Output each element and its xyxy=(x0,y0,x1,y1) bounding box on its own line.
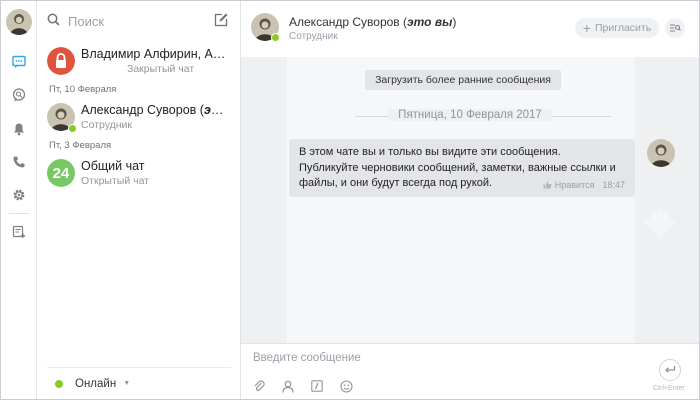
message-bubble[interactable]: В этом чате вы и только вы видите эти со… xyxy=(289,139,635,197)
list-item-private-chat[interactable]: Владимир Алфирин, Александр Суворов Закр… xyxy=(37,43,241,81)
format-icon[interactable] xyxy=(309,378,325,394)
chats-icon[interactable] xyxy=(9,52,29,72)
chat-name: Владимир Алфирин, Александр Суворов xyxy=(81,47,231,61)
chevron-down-icon: ▼ xyxy=(123,380,131,387)
composer: Ctrl+Enter xyxy=(241,343,699,399)
composer-toolbar xyxy=(251,378,367,394)
online-indicator xyxy=(271,33,280,42)
chat-search-icon[interactable] xyxy=(9,85,29,105)
day-separator: Пятница, 10 Февраля 2017 xyxy=(265,109,675,122)
send-button[interactable] xyxy=(659,359,681,381)
invite-label: Пригласить xyxy=(594,22,652,34)
online-indicator xyxy=(68,124,77,133)
status-label: Онлайн xyxy=(75,377,117,390)
like-label: Нравится xyxy=(554,180,595,190)
send-hint: Ctrl+Enter xyxy=(653,385,685,392)
thumbs-up-icon xyxy=(543,181,552,189)
search-icon xyxy=(47,13,60,29)
chat-header: Александр Суворов (это вы) Сотрудник + П… xyxy=(241,1,699,57)
group-avatar: 24 xyxy=(47,159,75,187)
message-input[interactable] xyxy=(253,349,633,367)
status-dot xyxy=(55,379,63,388)
sender-avatar[interactable] xyxy=(647,139,675,167)
feed-column xyxy=(287,57,635,343)
invite-button[interactable]: + Пригласить xyxy=(575,18,659,38)
return-arrow-icon xyxy=(665,366,676,373)
date-separator: Пт, 10 Февраля xyxy=(49,84,117,95)
day-label: Пятница, 10 Февраля 2017 xyxy=(388,109,552,121)
chat-subtitle: Открытый чат xyxy=(81,175,149,187)
chat-list-panel: Владимир Алфирин, Александр Суворов Закр… xyxy=(37,1,241,399)
decorative-shape xyxy=(644,207,676,239)
plus-icon: + xyxy=(582,20,591,36)
message-time: 18:47 xyxy=(602,180,625,190)
messenger-window: Владимир Алфирин, Александр Суворов Закр… xyxy=(0,0,700,400)
smiley-icon[interactable] xyxy=(338,378,354,394)
gear-icon[interactable] xyxy=(9,185,29,205)
chat-name: Общий чат xyxy=(81,159,145,173)
chat-title: Александр Суворов (это вы) xyxy=(289,15,457,29)
bell-icon[interactable] xyxy=(9,119,29,139)
search-bar xyxy=(47,11,231,31)
like-button[interactable]: Нравится xyxy=(543,180,595,190)
lock-icon xyxy=(47,47,75,75)
add-note-icon[interactable] xyxy=(9,222,29,242)
rail-divider xyxy=(9,213,29,214)
message-meta: Нравится 18:47 xyxy=(543,180,625,190)
user-icon[interactable] xyxy=(280,378,296,394)
list-item-self-chat[interactable]: Александр Суворов (это вы) Сотрудник xyxy=(37,99,241,137)
chat-name: Александр Суворов (это вы) xyxy=(81,103,231,117)
chat-subtitle: Сотрудник xyxy=(81,119,133,131)
list-item-group-chat[interactable]: 24 Общий чат Открытый чат xyxy=(37,155,241,193)
date-separator: Пт, 3 Февраля xyxy=(49,140,112,151)
my-avatar[interactable] xyxy=(6,9,32,35)
message-feed[interactable]: Загрузить более ранние сообщения Пятница… xyxy=(241,57,699,343)
status-selector[interactable]: Онлайн ▼ xyxy=(47,367,231,399)
chat-subtitle: Закрытый чат xyxy=(127,63,195,75)
chat-main: Александр Суворов (это вы) Сотрудник + П… xyxy=(241,1,699,399)
search-input[interactable] xyxy=(68,13,208,29)
load-earlier-button[interactable]: Загрузить более ранние сообщения xyxy=(365,70,561,90)
compose-icon[interactable] xyxy=(213,12,231,30)
phone-icon[interactable] xyxy=(9,152,29,172)
icon-rail xyxy=(1,1,37,399)
paperclip-icon[interactable] xyxy=(251,378,267,394)
chat-menu-icon[interactable] xyxy=(665,18,685,38)
chat-title-subtitle: Сотрудник xyxy=(289,31,338,42)
